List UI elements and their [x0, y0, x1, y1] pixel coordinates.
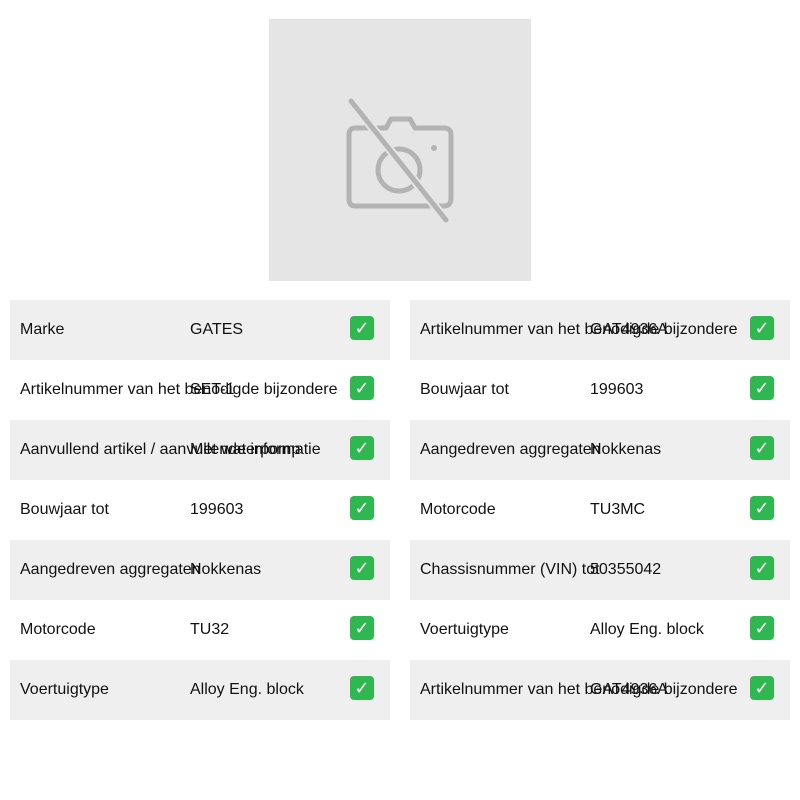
product-image-placeholder [269, 19, 531, 281]
spec-value: TU3MC [590, 501, 646, 518]
spec-value: GATES [190, 321, 244, 338]
spec-row-marke: Marke GATES ✓ [10, 300, 390, 360]
check-mark-icon: ✓ [750, 436, 774, 460]
spec-value: 199603 [590, 381, 644, 398]
spec-value: 199603 [190, 501, 244, 518]
spec-value: Nokkenas [190, 561, 262, 578]
spec-label: Artikelnummer van het benodigde bijzonde… [420, 681, 738, 698]
spec-label: Bouwjaar tot [20, 501, 109, 518]
check-mark-icon: ✓ [750, 676, 774, 700]
spec-table-left: Marke GATES ✓ Artikelnummer van het beno… [10, 300, 390, 720]
check-mark-icon: ✓ [750, 376, 774, 400]
check-mark-icon: ✓ [350, 556, 374, 580]
spec-row-voertuigtype: Voertuigtype Alloy Eng. block ✓ [410, 600, 790, 660]
spec-label: Voertuigtype [20, 681, 109, 698]
spec-row-motorcode: Motorcode TU32 ✓ [10, 600, 390, 660]
spec-table-right: Artikelnummer van het benodigde bijzonde… [410, 300, 790, 720]
spec-row-voertuigtype: Voertuigtype Alloy Eng. block ✓ [10, 660, 390, 720]
spec-value: Alloy Eng. block [190, 681, 304, 698]
spec-label: Chassisnummer (VIN) tot [420, 561, 600, 578]
spec-row-motorcode: Motorcode TU3MC ✓ [410, 480, 790, 540]
spec-label: Motorcode [20, 621, 96, 638]
check-mark-icon: ✓ [350, 316, 374, 340]
spec-row-aangedreven-aggregaten: Aangedreven aggregaten Nokkenas ✓ [410, 420, 790, 480]
spec-label: Bouwjaar tot [420, 381, 509, 398]
spec-label: Aangedreven aggregaten [420, 441, 601, 458]
check-mark-icon: ✓ [350, 376, 374, 400]
spec-value: GAT4936A [590, 681, 668, 698]
spec-row-artikelnummer: Artikelnummer van het benodigde bijzonde… [410, 660, 790, 720]
spec-label: Artikelnummer van het benodigde bijzonde… [420, 321, 738, 338]
spec-value: GAT4936A [590, 321, 668, 338]
spec-label: Voertuigtype [420, 621, 509, 638]
camera-off-icon [346, 98, 454, 224]
check-mark-icon: ✓ [350, 436, 374, 460]
spec-value: TU32 [190, 621, 230, 638]
spec-value: 50355042 [590, 561, 662, 578]
spec-value: Met waterpomp [190, 441, 301, 458]
spec-row-artikelnummer: Artikelnummer van het benodigde bijzonde… [410, 300, 790, 360]
spec-row-bouwjaar-tot: Bouwjaar tot 199603 ✓ [410, 360, 790, 420]
check-mark-icon: ✓ [350, 496, 374, 520]
spec-row-aanvullend-artikel: Aanvullend artikel / aanvullende informa… [10, 420, 390, 480]
spec-label: Marke [20, 321, 65, 338]
spec-row-chassisnummer: Chassisnummer (VIN) tot 50355042 ✓ [410, 540, 790, 600]
spec-row-aangedreven-aggregaten: Aangedreven aggregaten Nokkenas ✓ [10, 540, 390, 600]
check-mark-icon: ✓ [750, 556, 774, 580]
check-mark-icon: ✓ [350, 676, 374, 700]
check-mark-icon: ✓ [350, 616, 374, 640]
spec-row-bouwjaar-tot: Bouwjaar tot 199603 ✓ [10, 480, 390, 540]
check-mark-icon: ✓ [750, 616, 774, 640]
spec-value: Alloy Eng. block [590, 621, 704, 638]
spec-label: Motorcode [420, 501, 496, 518]
spec-value: SET-1 [190, 381, 235, 398]
spec-row-artikelnummer: Artikelnummer van het benodigde bijzonde… [10, 360, 390, 420]
spec-label: Artikelnummer van het benodigde bijzonde… [20, 381, 338, 398]
check-mark-icon: ✓ [750, 316, 774, 340]
spec-value: Nokkenas [590, 441, 662, 458]
spec-label: Aangedreven aggregaten [20, 561, 201, 578]
check-mark-icon: ✓ [750, 496, 774, 520]
